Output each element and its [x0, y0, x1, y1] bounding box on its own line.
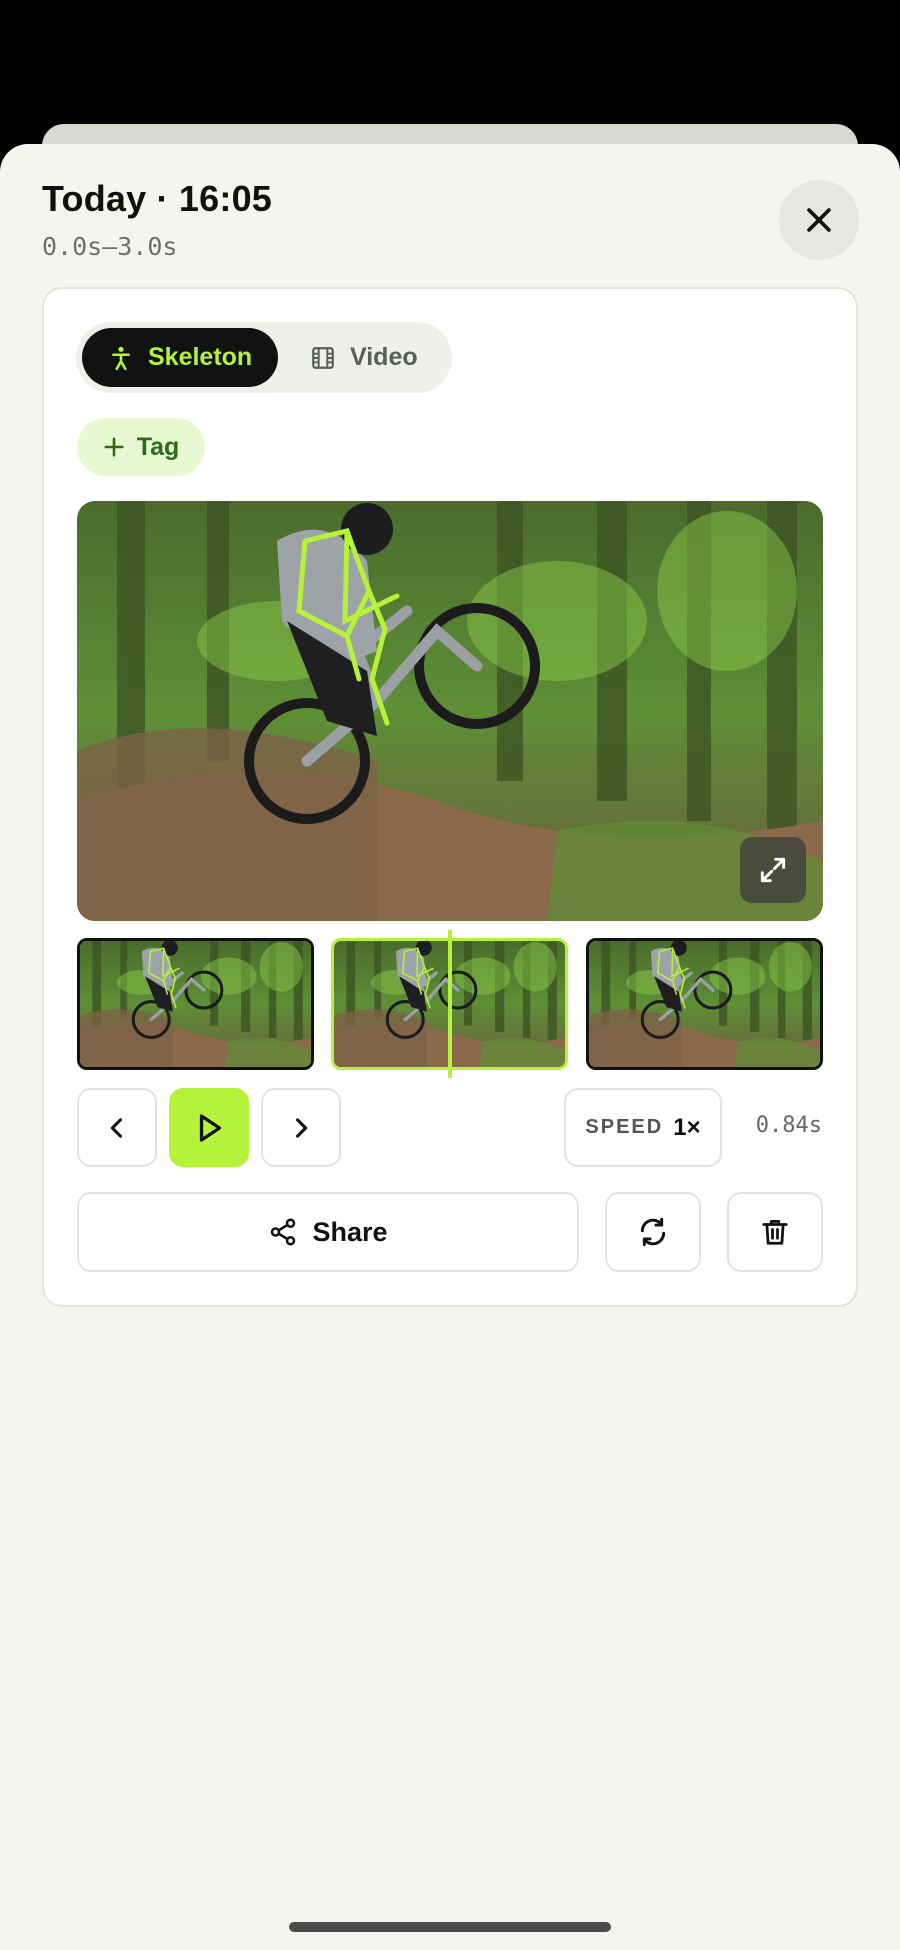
frame-thumbnail[interactable] — [77, 938, 314, 1070]
speed-label: SPEED — [585, 1116, 664, 1138]
plus-icon — [104, 437, 124, 457]
frame-image — [80, 941, 311, 1067]
frame-image — [589, 941, 820, 1067]
add-tag-button[interactable]: Tag — [77, 418, 205, 476]
time-range: 0.0s–3.0s — [42, 232, 178, 261]
page-title: Today · 16:05 — [42, 178, 273, 219]
home-indicator — [289, 1922, 611, 1932]
play-button[interactable] — [169, 1088, 249, 1167]
expand-icon — [760, 857, 786, 883]
next-frame-button[interactable] — [261, 1088, 341, 1167]
refresh-icon — [640, 1217, 666, 1247]
speed-button[interactable]: SPEED 1× — [564, 1088, 722, 1167]
delete-button[interactable] — [727, 1192, 823, 1272]
tab-video-label: Video — [350, 343, 418, 371]
regenerate-button[interactable] — [605, 1192, 701, 1272]
skeleton-preview[interactable] — [77, 501, 823, 921]
film-icon — [312, 346, 334, 369]
chevron-left-icon — [110, 1117, 123, 1138]
play-icon — [199, 1113, 222, 1142]
playhead-scrubber[interactable] — [448, 930, 452, 1078]
close-icon — [807, 208, 831, 232]
view-toggle: Skeleton Video — [76, 322, 452, 393]
frame-thumbnail[interactable] — [586, 938, 823, 1070]
person-icon — [112, 346, 130, 370]
rider-image — [77, 501, 823, 921]
previous-frame-button[interactable] — [77, 1088, 157, 1167]
chevron-right-icon — [295, 1117, 308, 1138]
tab-video[interactable]: Video — [302, 328, 442, 387]
share-button[interactable]: Share — [77, 1192, 579, 1272]
tab-skeleton[interactable]: Skeleton — [82, 328, 278, 387]
current-time: 0.84s — [755, 1113, 822, 1138]
close-button[interactable] — [779, 180, 859, 260]
share-label: Share — [312, 1216, 388, 1247]
share-icon — [271, 1218, 296, 1246]
trash-icon — [762, 1220, 788, 1245]
add-tag-label: Tag — [136, 432, 180, 461]
tab-skeleton-label: Skeleton — [148, 343, 253, 371]
speed-value: 1× — [673, 1113, 701, 1141]
fullscreen-button[interactable] — [740, 837, 806, 903]
